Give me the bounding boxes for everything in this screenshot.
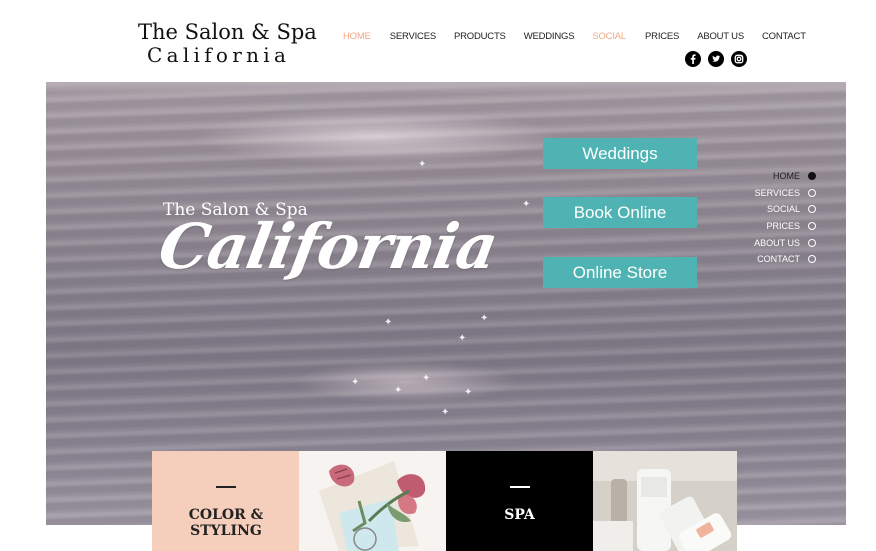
site-logo[interactable]: The Salon & Spa California — [138, 20, 317, 67]
flowers-image — [299, 451, 446, 551]
nav-products-link[interactable]: PRODUCTS — [454, 31, 506, 43]
sparkle-decoration: ✦ — [422, 373, 431, 384]
side-dot-nav: HOME SERVICES SOCIAL PRICES ABOUT US CON… — [736, 168, 816, 268]
nav-prices-link[interactable]: PRICES — [645, 31, 679, 43]
main-nav: HOME SERVICES PRODUCTS WEDDINGS SOCIAL P… — [343, 31, 806, 43]
spa-tile[interactable]: SPA — [446, 451, 593, 551]
side-nav-social[interactable]: SOCIAL — [736, 201, 816, 218]
sparkle-decoration: ✦ — [351, 377, 360, 388]
nav-about-link[interactable]: ABOUT US — [697, 31, 744, 43]
sparkle-decoration: ✦ — [384, 317, 393, 328]
side-nav-dot — [808, 255, 816, 264]
social-links — [685, 51, 747, 67]
side-nav-dot — [808, 172, 816, 181]
side-nav-label: CONTACT — [757, 254, 800, 265]
side-nav-about[interactable]: ABOUT US — [736, 234, 816, 251]
side-nav-dot — [808, 188, 816, 197]
flowers-image-tile[interactable] — [299, 451, 446, 551]
nav-home-link[interactable]: HOME — [343, 31, 371, 43]
nav-services-link[interactable]: SERVICES — [390, 31, 436, 43]
side-nav-label: SERVICES — [754, 187, 800, 198]
products-image — [593, 451, 737, 551]
side-nav-dot — [808, 238, 816, 247]
color-styling-tile[interactable]: COLOR & STYLING — [152, 451, 299, 551]
side-nav-services[interactable]: SERVICES — [736, 185, 816, 202]
side-nav-dot — [808, 222, 816, 231]
nav-weddings-link[interactable]: WEDDINGS — [524, 31, 575, 43]
side-nav-label: PRICES — [766, 221, 800, 232]
facebook-icon[interactable] — [685, 51, 701, 67]
sparkle-decoration: ✦ — [480, 313, 489, 324]
sparkle-decoration: ✦ — [522, 199, 531, 210]
spa-label: SPA — [504, 507, 535, 523]
hero-script-title: California — [153, 210, 503, 283]
sparkle-decoration: ✦ — [418, 159, 427, 170]
sparkle-decoration: ✦ — [458, 333, 467, 344]
book-online-button[interactable]: Book Online — [543, 197, 697, 228]
logo-line-1: The Salon & Spa — [138, 20, 317, 44]
nav-contact-link[interactable]: CONTACT — [762, 31, 806, 43]
logo-line-2: California — [147, 43, 291, 67]
sparkle-decoration: ✦ — [464, 387, 473, 398]
side-nav-label: HOME — [773, 171, 800, 182]
color-styling-label: COLOR & STYLING — [188, 507, 264, 539]
tile-dash — [509, 486, 530, 488]
products-image-tile[interactable] — [593, 451, 737, 551]
side-nav-contact[interactable]: CONTACT — [736, 251, 816, 268]
sparkle-decoration: ✦ — [441, 407, 450, 418]
side-nav-label: ABOUT US — [754, 237, 800, 248]
side-nav-home[interactable]: HOME — [736, 168, 816, 185]
weddings-button[interactable]: Weddings — [543, 138, 697, 169]
site-header: The Salon & Spa California HOME SERVICES… — [0, 0, 876, 82]
online-store-button[interactable]: Online Store — [543, 257, 697, 288]
tile-dash — [215, 486, 236, 488]
sparkle-decoration: ✦ — [394, 385, 403, 396]
instagram-icon[interactable] — [731, 51, 747, 67]
hero-haze — [46, 82, 846, 94]
nav-social-link[interactable]: SOCIAL — [592, 31, 626, 43]
side-nav-label: SOCIAL — [766, 204, 800, 215]
side-nav-prices[interactable]: PRICES — [736, 218, 816, 235]
twitter-icon[interactable] — [708, 51, 724, 67]
side-nav-dot — [808, 205, 816, 214]
service-tiles: COLOR & STYLING SPA — [152, 451, 737, 551]
